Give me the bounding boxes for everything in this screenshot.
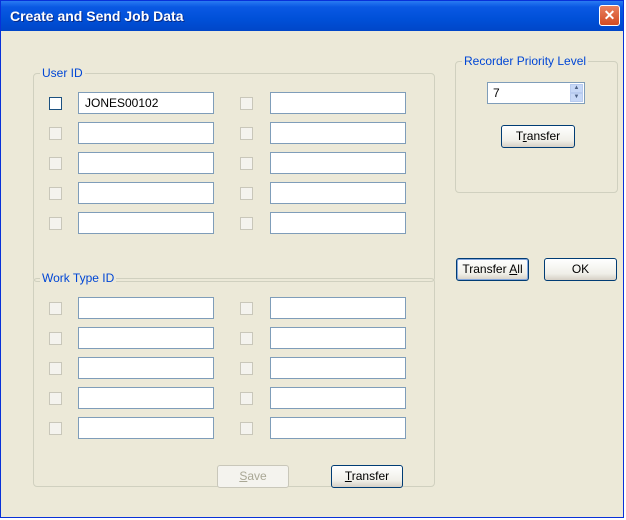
priority-transfer-button[interactable]: Transfer	[501, 125, 575, 148]
spin-up-icon[interactable]: ▲	[570, 84, 583, 93]
user-id-checkbox[interactable]	[49, 217, 62, 230]
work-type-id-checkbox[interactable]	[240, 332, 253, 345]
work-type-id-checkbox[interactable]	[49, 332, 62, 345]
user-id-checkbox[interactable]	[49, 97, 62, 110]
close-button[interactable]: ✕	[599, 5, 620, 26]
user-id-field[interactable]	[270, 212, 406, 234]
ok-button[interactable]: OK	[544, 258, 617, 281]
user-id-field[interactable]	[78, 182, 214, 204]
user-id-checkbox[interactable]	[240, 157, 253, 170]
work-type-id-checkbox[interactable]	[240, 422, 253, 435]
work-type-id-field[interactable]	[270, 417, 406, 439]
work-type-id-field[interactable]	[270, 357, 406, 379]
dialog-client-area: User ID JONES00102 Work Type ID Recorder…	[4, 31, 620, 515]
priority-spinner[interactable]: 7 ▲ ▼	[487, 82, 585, 104]
dialog-window: Create and Send Job Data ✕ User ID JONES…	[0, 0, 624, 518]
spin-down-icon[interactable]: ▼	[570, 93, 583, 102]
work-type-id-checkbox[interactable]	[240, 392, 253, 405]
recorder-priority-legend: Recorder Priority Level	[462, 54, 589, 68]
user-id-field[interactable]	[78, 152, 214, 174]
transfer-all-button[interactable]: Transfer All	[456, 258, 529, 281]
transfer-button[interactable]: Transfer	[331, 465, 403, 488]
work-type-id-field[interactable]	[78, 327, 214, 349]
user-id-field[interactable]: JONES00102	[78, 92, 214, 114]
save-button[interactable]: Save	[217, 465, 289, 488]
user-id-field[interactable]	[270, 92, 406, 114]
user-id-field[interactable]	[78, 212, 214, 234]
work-type-id-field[interactable]	[78, 357, 214, 379]
recorder-priority-group: Recorder Priority Level 7 ▲ ▼ Transfer	[455, 54, 618, 193]
user-id-legend: User ID	[40, 66, 85, 80]
work-type-id-field[interactable]	[78, 297, 214, 319]
close-icon: ✕	[603, 7, 616, 23]
work-type-id-checkbox[interactable]	[240, 302, 253, 315]
user-id-field[interactable]	[270, 182, 406, 204]
work-type-id-field[interactable]	[270, 327, 406, 349]
work-type-id-checkbox[interactable]	[49, 422, 62, 435]
work-type-id-group: Work Type ID	[33, 271, 435, 487]
work-type-id-field[interactable]	[270, 387, 406, 409]
user-id-checkbox[interactable]	[240, 217, 253, 230]
user-id-checkbox[interactable]	[49, 187, 62, 200]
user-id-field[interactable]	[270, 122, 406, 144]
work-type-id-checkbox[interactable]	[49, 362, 62, 375]
user-id-checkbox[interactable]	[240, 127, 253, 140]
window-title: Create and Send Job Data	[10, 8, 184, 24]
user-id-field[interactable]	[78, 122, 214, 144]
work-type-id-checkbox[interactable]	[49, 302, 62, 315]
work-type-id-field[interactable]	[78, 387, 214, 409]
priority-input[interactable]: 7	[493, 83, 500, 103]
work-type-id-checkbox[interactable]	[240, 362, 253, 375]
work-type-id-checkbox[interactable]	[49, 392, 62, 405]
user-id-group: User ID JONES00102	[33, 66, 435, 282]
user-id-checkbox[interactable]	[49, 127, 62, 140]
user-id-field[interactable]	[270, 152, 406, 174]
user-id-checkbox[interactable]	[240, 97, 253, 110]
work-type-id-field[interactable]	[270, 297, 406, 319]
user-id-checkbox[interactable]	[49, 157, 62, 170]
work-type-id-legend: Work Type ID	[40, 271, 117, 285]
spin-buttons: ▲ ▼	[570, 84, 583, 102]
user-id-checkbox[interactable]	[240, 187, 253, 200]
title-bar[interactable]: Create and Send Job Data ✕	[1, 1, 623, 31]
work-type-id-field[interactable]	[78, 417, 214, 439]
